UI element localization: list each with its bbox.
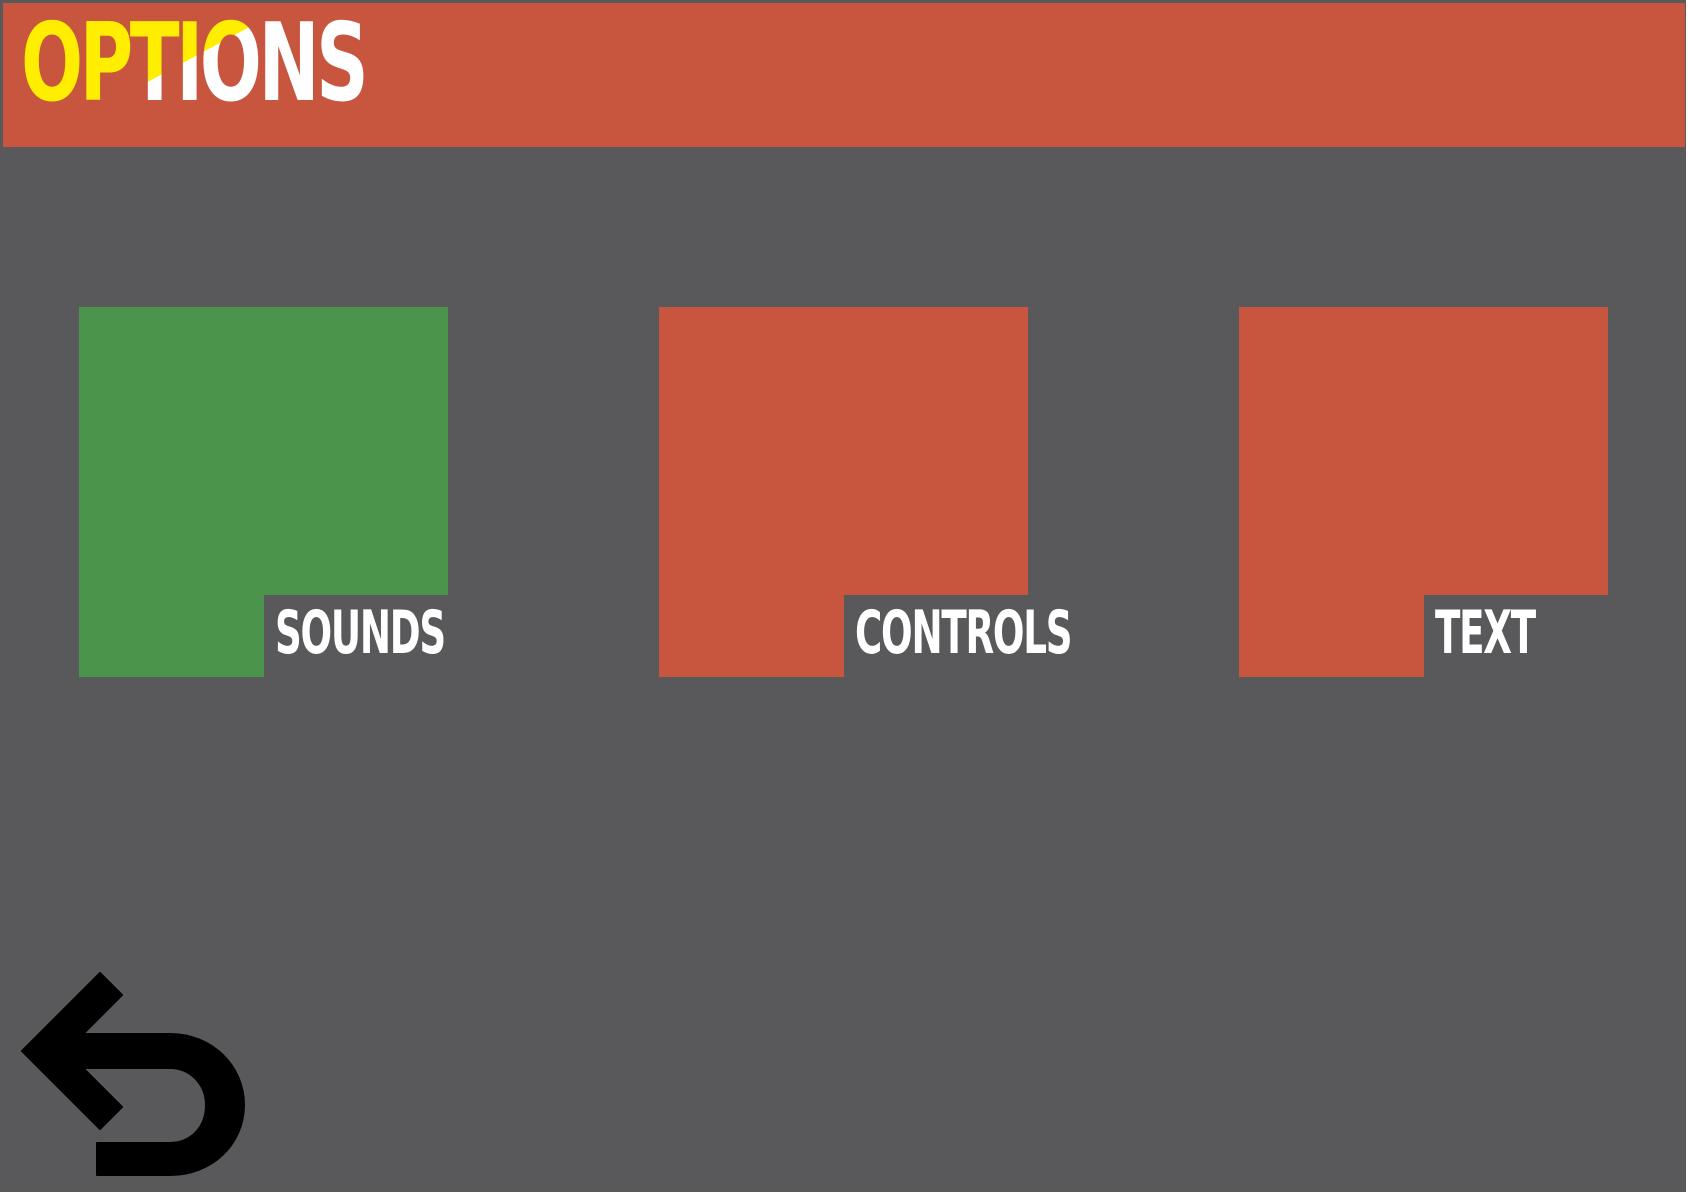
back-arrow-icon — [21, 972, 245, 1176]
sounds-label: SOUNDS — [275, 598, 446, 668]
controls-tile-button[interactable]: CONTROLS — [659, 307, 1073, 677]
controls-label: CONTROLS — [855, 598, 1073, 668]
text-tile-button[interactable]: TEXT — [1239, 307, 1608, 677]
text-label: TEXT — [1435, 598, 1536, 668]
header-bar: OPTIONS — [3, 3, 1685, 147]
sounds-tile-button[interactable]: SOUNDS — [79, 307, 448, 677]
back-button[interactable] — [20, 968, 248, 1178]
options-screen: OPTIONS SOUNDS CONTROLS TEXT — [0, 0, 1688, 1194]
page-title: OPTIONS — [21, 0, 369, 126]
